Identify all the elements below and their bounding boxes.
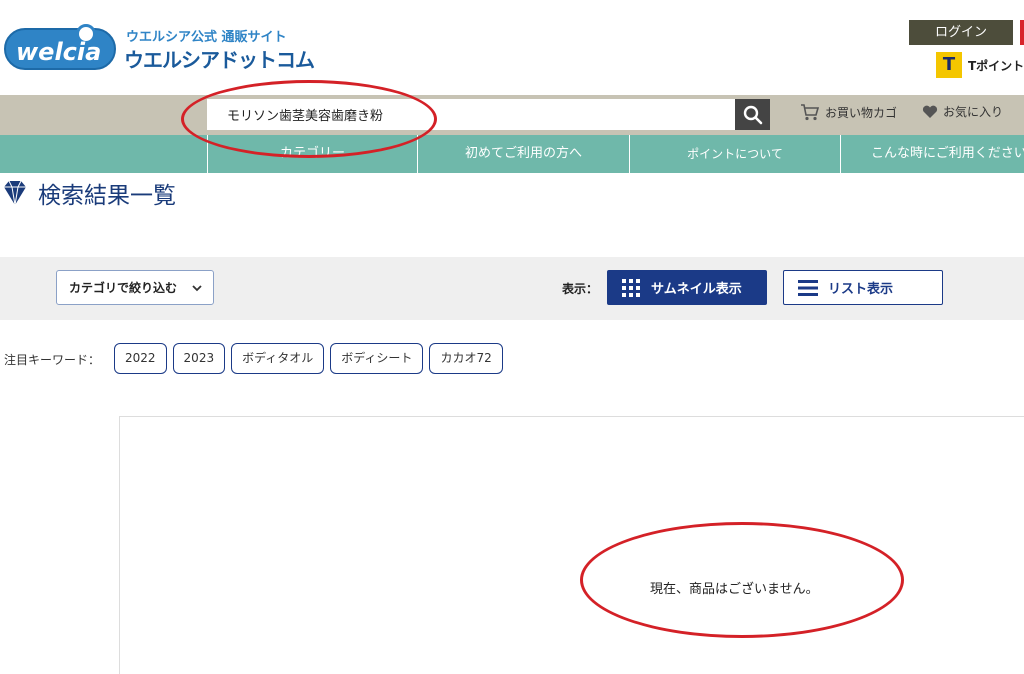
heart-icon xyxy=(922,105,938,118)
thumbnail-view-button[interactable]: サムネイル表示 xyxy=(607,270,767,305)
site-logo[interactable]: welcia ウエルシア公式 通販サイト ウエルシアドットコム xyxy=(4,22,315,74)
login-button[interactable]: ログイン xyxy=(909,20,1013,45)
nav-item-usage[interactable]: こんな時にご利用ください xyxy=(840,135,1024,173)
page-title-wrap: 検索結果一覧 xyxy=(0,176,176,210)
results-panel xyxy=(119,416,1024,674)
view-mode-label: 表示： xyxy=(562,282,599,296)
cart-label: お買い物カゴ xyxy=(825,105,898,120)
tpoint-label: Tポイント xyxy=(968,58,1024,73)
nav-item-first-time[interactable]: 初めてご利用の方へ xyxy=(417,135,629,173)
filter-bar: カテゴリで絞り込む 表示： サムネイル表示 リスト表示 xyxy=(0,257,1024,320)
cart-icon xyxy=(801,104,820,121)
favorites-label: お気に入り xyxy=(943,105,1004,119)
search-button[interactable] xyxy=(735,99,770,130)
register-button-edge[interactable] xyxy=(1020,20,1024,45)
tpoint-icon: T xyxy=(936,52,962,78)
search-bar: お買い物カゴ お気に入り xyxy=(0,95,1024,135)
favorites-link[interactable]: お気に入り xyxy=(922,103,1003,120)
magnifier-icon xyxy=(743,105,762,124)
tpoint-link[interactable]: T Tポイント xyxy=(936,52,1024,78)
page: welcia ウエルシア公式 通販サイト ウエルシアドットコム ログイン T T… xyxy=(0,0,1024,674)
list-view-button[interactable]: リスト表示 xyxy=(783,270,943,305)
grid-icon xyxy=(622,278,640,297)
logo-site-name: ウエルシアドットコム xyxy=(124,48,315,72)
empty-results-message: 現在、商品はございません。 xyxy=(650,582,819,597)
keyword-chip[interactable]: カカオ72 xyxy=(429,343,503,374)
main-nav: カテゴリー 初めてご利用の方へ ポイントについて こんな時にご利用ください xyxy=(0,135,1024,173)
page-title: 検索結果一覧 xyxy=(38,183,176,209)
list-icon xyxy=(798,279,818,296)
nav-item-category[interactable]: カテゴリー xyxy=(207,135,417,173)
keyword-list: 2022 2023 ボディタオル ボディシート カカオ72 xyxy=(114,343,503,374)
search-input[interactable] xyxy=(207,99,735,130)
logo-brand: welcia xyxy=(16,38,102,66)
category-filter-select[interactable]: カテゴリで絞り込む xyxy=(56,270,214,305)
keyword-chip[interactable]: 2022 xyxy=(114,343,167,374)
category-filter-label: カテゴリで絞り込む xyxy=(69,281,178,295)
cart-link[interactable]: お買い物カゴ xyxy=(800,103,897,121)
keyword-chip[interactable]: ボディタオル xyxy=(231,343,325,374)
keyword-chip[interactable]: ボディシート xyxy=(330,343,424,374)
nav-item-points[interactable]: ポイントについて xyxy=(629,135,840,173)
keyword-chip[interactable]: 2023 xyxy=(172,343,226,374)
keywords-label: 注目キーワード： xyxy=(4,353,101,367)
logo-tagline: ウエルシア公式 通販サイト xyxy=(126,30,287,45)
list-view-label: リスト表示 xyxy=(828,282,894,297)
chevron-down-icon xyxy=(192,285,202,292)
thumbnail-view-label: サムネイル表示 xyxy=(651,282,742,297)
welcia-badge: welcia xyxy=(4,24,116,70)
diamond-icon xyxy=(4,180,26,206)
